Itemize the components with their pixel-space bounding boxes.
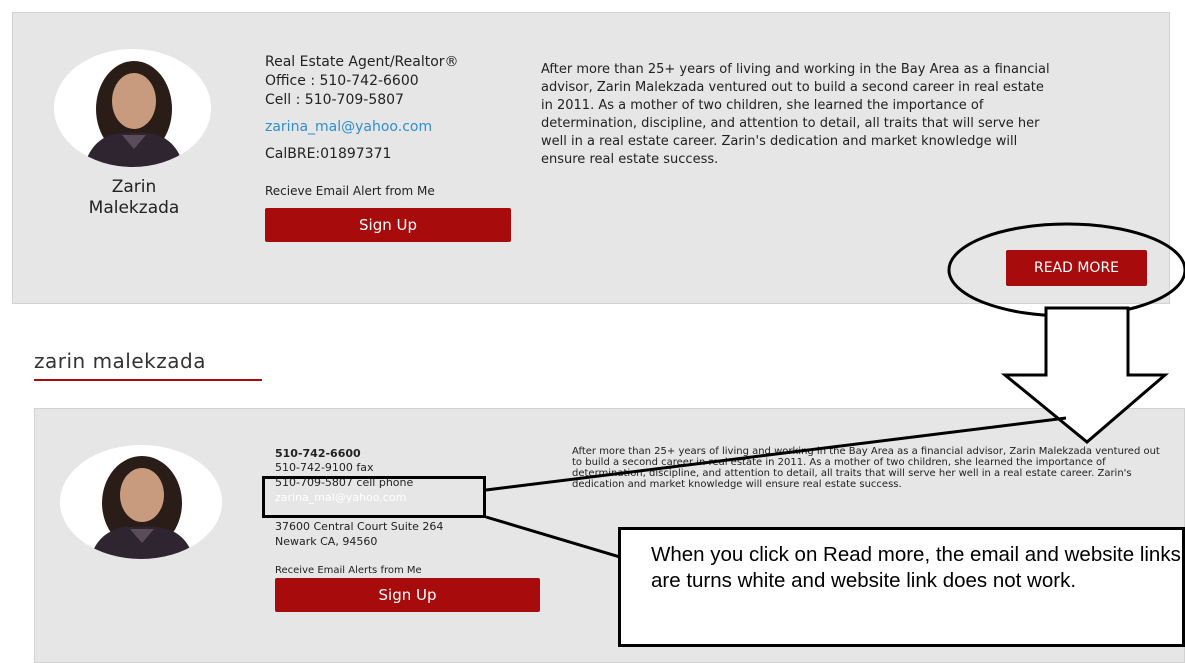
office-phone: Office : 510-742-6600 [265,73,419,89]
cell-phone: Cell : 510-709-5807 [265,92,404,108]
office-phone-expanded: 510-742-6600 [275,447,361,460]
agent-bio-expanded: After more than 25+ years of living and … [572,446,1160,490]
section-title: zarin malekzada [34,349,206,373]
fax-number: 510-742-9100 fax [275,461,374,474]
license-number: CalBRE:01897371 [265,146,392,162]
email-highlight-box [262,476,486,518]
agent-photo-expanded [60,445,222,559]
agent-bio: After more than 25+ years of living and … [541,62,1050,167]
email-alert-label-expanded: Receive Email Alerts from Me [275,565,422,576]
sign-up-button-expanded[interactable]: Sign Up [275,578,540,612]
annotation-note: When you click on Read more, the email a… [618,527,1185,647]
agent-name: Zarin Malekzada [88,177,180,218]
agent-role: Real Estate Agent/Realtor® [265,54,459,70]
email-link[interactable]: zarina_mal@yahoo.com [265,119,432,135]
read-more-button[interactable]: READ MORE [1006,250,1147,286]
title-underline [34,379,262,381]
email-alert-label: Recieve Email Alert from Me [265,184,435,198]
agent-photo [54,49,211,167]
address-line-2: Newark CA, 94560 [275,535,378,548]
sign-up-button[interactable]: Sign Up [265,208,511,242]
address-line-1: 37600 Central Court Suite 264 [275,520,444,533]
